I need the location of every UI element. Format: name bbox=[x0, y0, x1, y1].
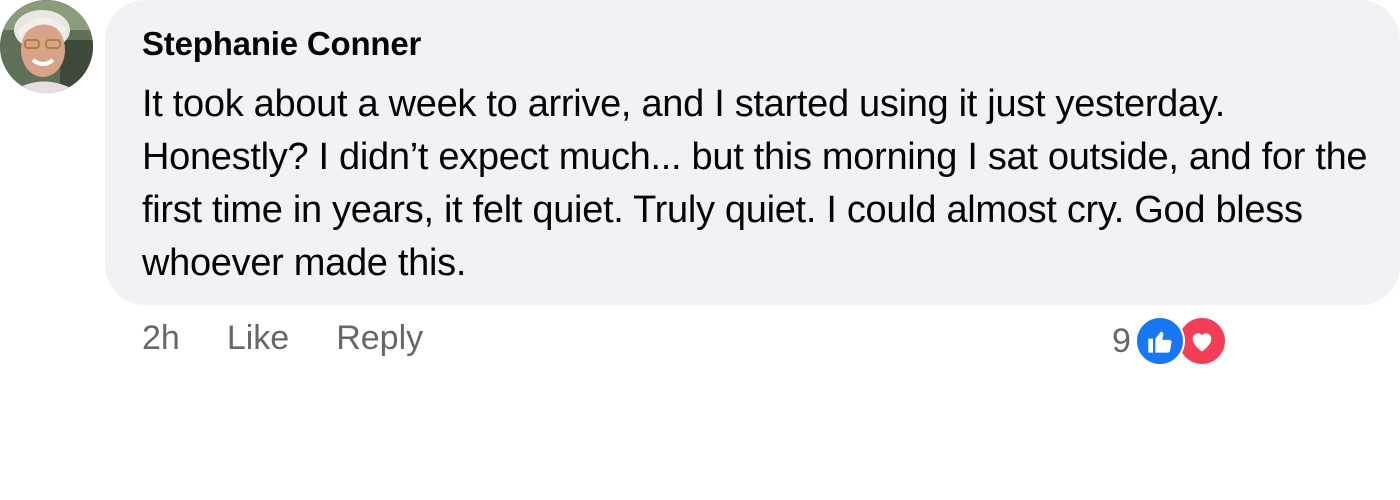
reaction-summary[interactable]: 9 bbox=[1112, 315, 1227, 367]
reply-button[interactable]: Reply bbox=[336, 319, 423, 358]
comment-timestamp[interactable]: 2h bbox=[142, 319, 180, 358]
comment-text: It took about a week to arrive, and I st… bbox=[142, 83, 1368, 284]
like-button[interactable]: Like bbox=[227, 319, 289, 358]
avatar-photo bbox=[0, 0, 93, 93]
comment-bubble: Stephanie Conner It took about a week to… bbox=[105, 0, 1400, 305]
reaction-count: 9 bbox=[1112, 321, 1131, 360]
avatar[interactable] bbox=[0, 0, 93, 93]
comment-author[interactable]: Stephanie Conner bbox=[142, 24, 1364, 64]
comment-actions: 2h Like Reply bbox=[142, 318, 423, 358]
like-icon bbox=[1134, 316, 1185, 366]
comment: Stephanie Conner It took about a week to… bbox=[0, 0, 1400, 500]
